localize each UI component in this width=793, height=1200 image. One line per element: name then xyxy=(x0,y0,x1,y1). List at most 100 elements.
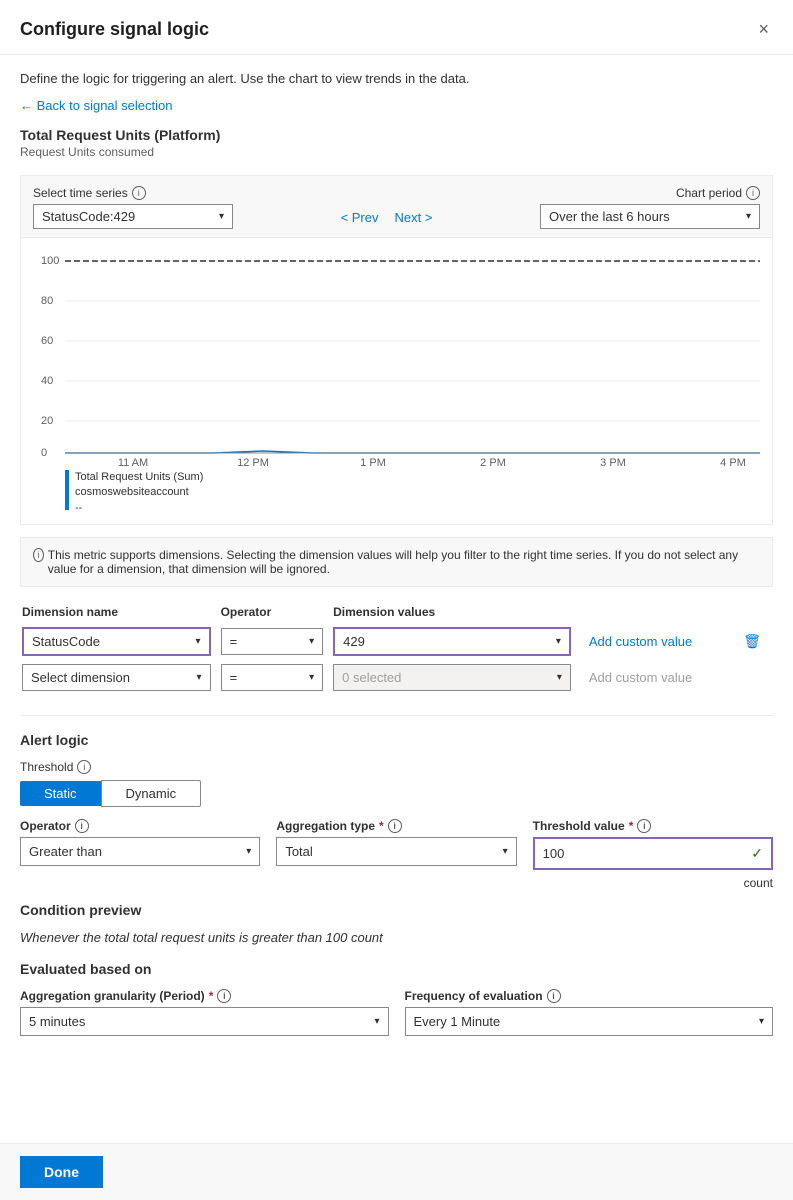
svg-text:0: 0 xyxy=(41,447,47,459)
dim-operator-select-1[interactable]: = ▾ xyxy=(221,628,324,655)
alert-logic-header: Alert logic xyxy=(20,732,773,748)
modal-header: Configure signal logic × xyxy=(0,0,793,55)
evaluated-section: Evaluated based on Aggregation granulari… xyxy=(20,961,773,1036)
threshold-info-icon[interactable]: i xyxy=(77,760,91,774)
svg-text:3 PM: 3 PM xyxy=(600,457,626,466)
alert-form-row: Operator i Greater than ▾ Aggregation ty… xyxy=(20,819,773,890)
threshold-toggle: Static Dynamic xyxy=(20,780,773,807)
chart-period-info-icon[interactable]: i xyxy=(746,186,760,200)
chart-area: 100 80 60 40 20 0 xyxy=(20,238,773,525)
freq-evaluation-group: Frequency of evaluation i Every 1 Minute… xyxy=(405,989,774,1036)
prev-button[interactable]: < Prev xyxy=(337,208,383,227)
dimension-table: Dimension name Operator Dimension values… xyxy=(20,603,773,699)
agg-type-info-icon[interactable]: i xyxy=(388,819,402,833)
operator-chevron-icon: ▾ xyxy=(246,846,251,857)
close-button[interactable]: × xyxy=(754,16,773,42)
threshold-value-input[interactable]: 100 ✓ xyxy=(533,837,773,870)
back-to-signal-link[interactable]: ← Back to signal selection xyxy=(20,98,172,113)
svg-text:11 AM: 11 AM xyxy=(118,457,148,466)
legend-bar xyxy=(65,470,69,510)
dim-name-select-2[interactable]: Select dimension ▾ xyxy=(22,664,211,691)
add-custom-value-1[interactable]: Add custom value xyxy=(581,634,700,649)
agg-type-select[interactable]: Total ▾ xyxy=(276,837,516,866)
threshold-check-icon: ✓ xyxy=(751,845,763,862)
freq-info-icon[interactable]: i xyxy=(547,989,561,1003)
condition-preview-header: Condition preview xyxy=(20,902,773,918)
chart-period-chevron-icon: ▾ xyxy=(746,211,751,222)
time-series-info-icon[interactable]: i xyxy=(132,186,146,200)
agg-type-chevron-icon: ▾ xyxy=(503,846,508,857)
operator-info-icon[interactable]: i xyxy=(75,819,89,833)
count-label: count xyxy=(533,876,773,890)
dim-value-select-1[interactable]: 429 ▾ xyxy=(333,627,571,656)
time-series-select[interactable]: StatusCode:429 ▾ xyxy=(33,204,233,229)
next-button[interactable]: Next > xyxy=(391,208,437,227)
dimension-row-1: StatusCode ▾ = ▾ 429 ▾ xyxy=(22,627,771,662)
chart-nav-controls: < Prev Next > xyxy=(337,208,437,229)
time-series-chevron-icon: ▾ xyxy=(219,211,224,222)
threshold-section: Threshold i Static Dynamic xyxy=(20,760,773,807)
evaluated-row: Aggregation granularity (Period) * i 5 m… xyxy=(20,989,773,1036)
agg-granularity-chevron-icon: ▾ xyxy=(374,1016,379,1027)
threshold-value-label: Threshold value * i xyxy=(533,819,773,833)
dim-op-chevron-1: ▾ xyxy=(309,636,314,647)
time-series-control: Select time series i StatusCode:429 ▾ xyxy=(33,186,233,229)
time-series-label: Select time series i xyxy=(33,186,233,200)
condition-preview-section: Condition preview Whenever the total tot… xyxy=(20,902,773,945)
agg-type-group: Aggregation type * i Total ▾ xyxy=(276,819,516,866)
freq-evaluation-select[interactable]: Every 1 Minute ▾ xyxy=(405,1007,774,1036)
delete-dimension-1[interactable]: 🗑 xyxy=(739,629,765,654)
agg-type-label: Aggregation type * i xyxy=(276,819,516,833)
chart-legend: Total Request Units (Sum) cosmoswebsitea… xyxy=(33,466,760,524)
operator-label: Operator i xyxy=(20,819,260,833)
chart-controls: Select time series i StatusCode:429 ▾ < … xyxy=(20,175,773,238)
dimension-info-box: i This metric supports dimensions. Selec… xyxy=(20,537,773,587)
chart-period-select[interactable]: Over the last 6 hours ▾ xyxy=(540,204,760,229)
operator-group: Operator i Greater than ▾ xyxy=(20,819,260,866)
dim-val-chevron-2: ▾ xyxy=(557,672,562,683)
alert-logic-section: Alert logic Threshold i Static Dynamic O… xyxy=(20,732,773,1036)
threshold-value-group: Threshold value * i 100 ✓ count xyxy=(533,819,773,890)
svg-text:4 PM: 4 PM xyxy=(720,457,746,466)
modal-body: Define the logic for triggering an alert… xyxy=(0,55,793,1143)
svg-text:12 PM: 12 PM xyxy=(237,457,269,466)
dynamic-toggle-button[interactable]: Dynamic xyxy=(101,780,202,807)
chart-period-label: Chart period i xyxy=(676,186,760,200)
svg-text:80: 80 xyxy=(41,295,53,307)
dim-name-chevron-1: ▾ xyxy=(196,636,201,647)
dim-val-chevron-1: ▾ xyxy=(556,636,561,647)
description-text: Define the logic for triggering an alert… xyxy=(20,71,773,86)
svg-text:60: 60 xyxy=(41,335,53,347)
modal-footer: Done xyxy=(0,1143,793,1200)
agg-granularity-info-icon[interactable]: i xyxy=(217,989,231,1003)
dim-operator-select-2[interactable]: = ▾ xyxy=(221,664,324,691)
dim-name-select-1[interactable]: StatusCode ▾ xyxy=(22,627,211,656)
static-toggle-button[interactable]: Static xyxy=(20,781,101,806)
col-values: Dimension values xyxy=(333,605,579,625)
condition-text: Whenever the total total request units i… xyxy=(20,930,773,945)
dimension-info-icon[interactable]: i xyxy=(33,548,44,562)
col-operator: Operator xyxy=(221,605,332,625)
chart-visualization: 100 80 60 40 20 0 xyxy=(33,246,760,466)
svg-text:40: 40 xyxy=(41,375,53,387)
done-button[interactable]: Done xyxy=(20,1156,103,1188)
operator-select[interactable]: Greater than ▾ xyxy=(20,837,260,866)
svg-text:1 PM: 1 PM xyxy=(360,457,386,466)
divider-1 xyxy=(20,715,773,716)
evaluated-header: Evaluated based on xyxy=(20,961,773,977)
freq-evaluation-label: Frequency of evaluation i xyxy=(405,989,774,1003)
dim-name-chevron-2: ▾ xyxy=(197,672,202,683)
svg-text:100: 100 xyxy=(41,255,59,267)
agg-granularity-select[interactable]: 5 minutes ▾ xyxy=(20,1007,389,1036)
chart-svg: 100 80 60 40 20 0 xyxy=(33,246,760,466)
threshold-value-info-icon[interactable]: i xyxy=(637,819,651,833)
col-dimension-name: Dimension name xyxy=(22,605,219,625)
dim-op-chevron-2: ▾ xyxy=(309,672,314,683)
modal-title: Configure signal logic xyxy=(20,19,209,40)
signal-subtitle: Request Units consumed xyxy=(20,145,773,159)
agg-granularity-group: Aggregation granularity (Period) * i 5 m… xyxy=(20,989,389,1036)
dim-value-select-2[interactable]: 0 selected ▾ xyxy=(333,664,571,691)
svg-text:20: 20 xyxy=(41,415,53,427)
signal-title: Total Request Units (Platform) xyxy=(20,127,773,143)
add-custom-value-2: Add custom value xyxy=(581,670,700,685)
